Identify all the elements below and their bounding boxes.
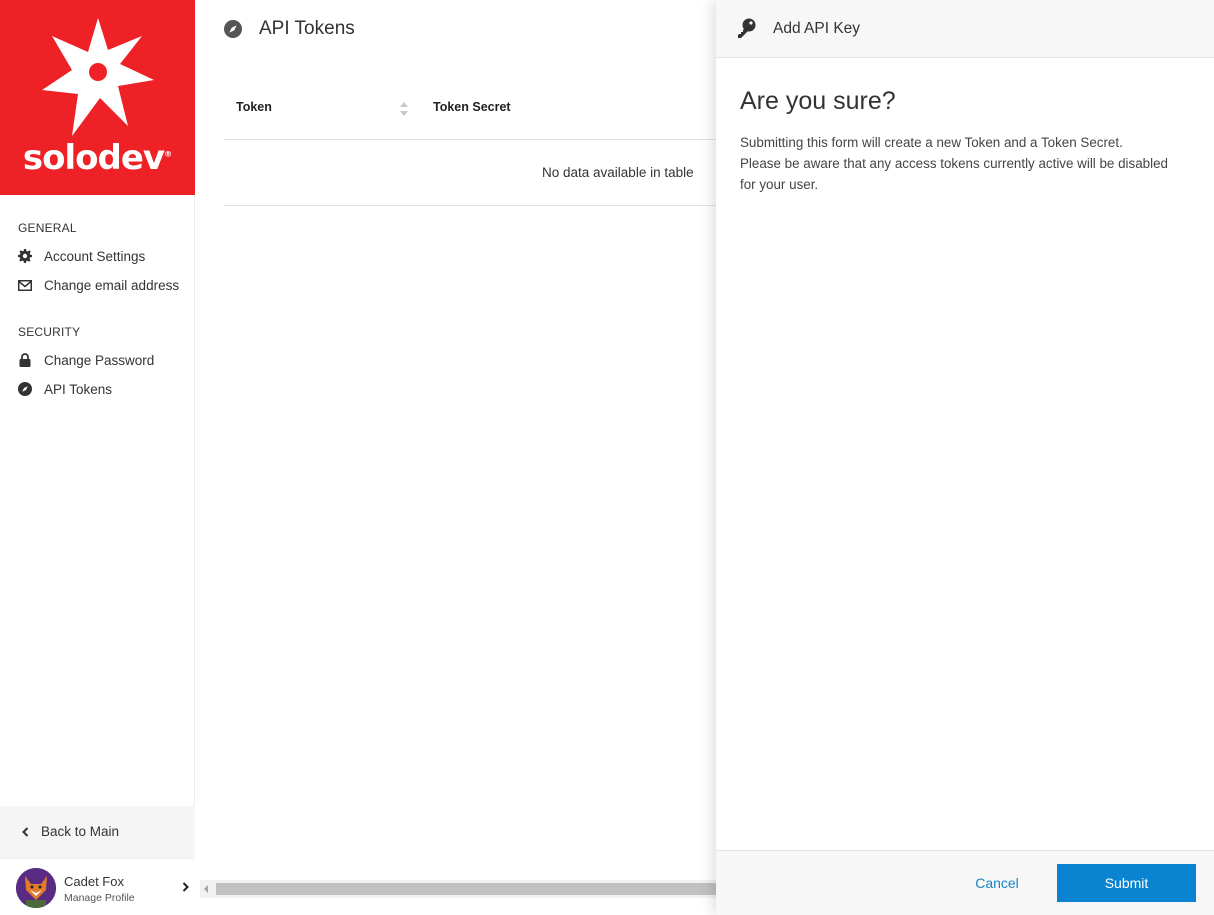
confirm-heading: Are you sure?	[740, 87, 896, 115]
confirm-message-line: Submitting this form will create a new T…	[740, 135, 1123, 150]
column-header-token-secret[interactable]: Token Secret	[433, 100, 511, 114]
sidebar-item-label: Change email address	[44, 277, 180, 293]
brand-name: solodev	[22, 138, 165, 178]
profile-name: Cadet Fox	[64, 874, 124, 889]
sidebar-item-label: API Tokens	[44, 381, 113, 397]
gear-icon	[18, 249, 32, 263]
sidebar-item-label: Account Settings	[44, 248, 146, 264]
fox-avatar-icon	[16, 868, 56, 908]
key-icon	[738, 18, 756, 38]
add-api-key-panel: Add API Key Are you sure? Submitting thi…	[716, 0, 1214, 915]
chevron-left-icon	[22, 826, 29, 837]
avatar	[16, 868, 56, 908]
sidebar-item-change-email[interactable]: Change email address	[18, 274, 179, 296]
sidebar-item-change-password[interactable]: Change Password	[18, 349, 154, 371]
empty-table-message: No data available in table	[542, 165, 694, 180]
submit-button[interactable]: Submit	[1057, 864, 1196, 902]
nav-section-general: GENERAL	[18, 221, 77, 235]
manage-profile-label: Manage Profile	[64, 892, 135, 904]
confirm-message-line: for your user.	[740, 177, 819, 192]
solodev-logo[interactable]: solodev®	[0, 0, 195, 195]
sidebar-item-account-settings[interactable]: Account Settings	[18, 245, 145, 267]
back-to-main-label: Back to Main	[41, 824, 120, 839]
table-header-row: Token Token Secret	[224, 80, 744, 140]
logo-star-icon	[42, 18, 154, 136]
horizontal-scrollbar[interactable]	[200, 880, 716, 898]
back-to-main-link[interactable]: Back to Main	[22, 824, 119, 839]
lock-icon	[18, 353, 32, 367]
confirm-message-line: Please be aware that any access tokens c…	[740, 156, 1168, 171]
cancel-button[interactable]: Cancel	[964, 864, 1030, 902]
compass-icon	[224, 20, 242, 38]
chevron-right-icon	[182, 881, 189, 895]
scrollbar-thumb[interactable]	[216, 883, 716, 895]
scroll-left-arrow-icon[interactable]	[204, 885, 208, 893]
panel-header: Add API Key	[716, 0, 1214, 58]
user-profile[interactable]: Cadet Fox Manage Profile	[0, 858, 195, 915]
nav-section-security: SECURITY	[18, 325, 81, 339]
registered-mark: ®	[164, 149, 173, 159]
envelope-icon	[18, 278, 32, 292]
panel-footer: Cancel Submit	[716, 850, 1214, 915]
page-title-text: API Tokens	[259, 18, 355, 39]
page-title: API Tokens	[224, 18, 355, 40]
sidebar: solodev® GENERAL Account Settings Change…	[0, 0, 195, 915]
confirm-message: Submitting this form will create a new T…	[740, 132, 1200, 195]
back-area: Back to Main	[0, 806, 195, 858]
logo-wordmark: solodev®	[0, 138, 195, 178]
compass-icon	[18, 382, 32, 396]
column-header-token[interactable]: Token	[236, 100, 272, 114]
panel-title: Add API Key	[773, 20, 861, 37]
sidebar-item-label: Change Password	[44, 352, 155, 368]
table-empty-row: No data available in table	[224, 140, 744, 206]
sidebar-item-api-tokens[interactable]: API Tokens	[18, 378, 112, 400]
sort-icon[interactable]	[398, 100, 410, 118]
